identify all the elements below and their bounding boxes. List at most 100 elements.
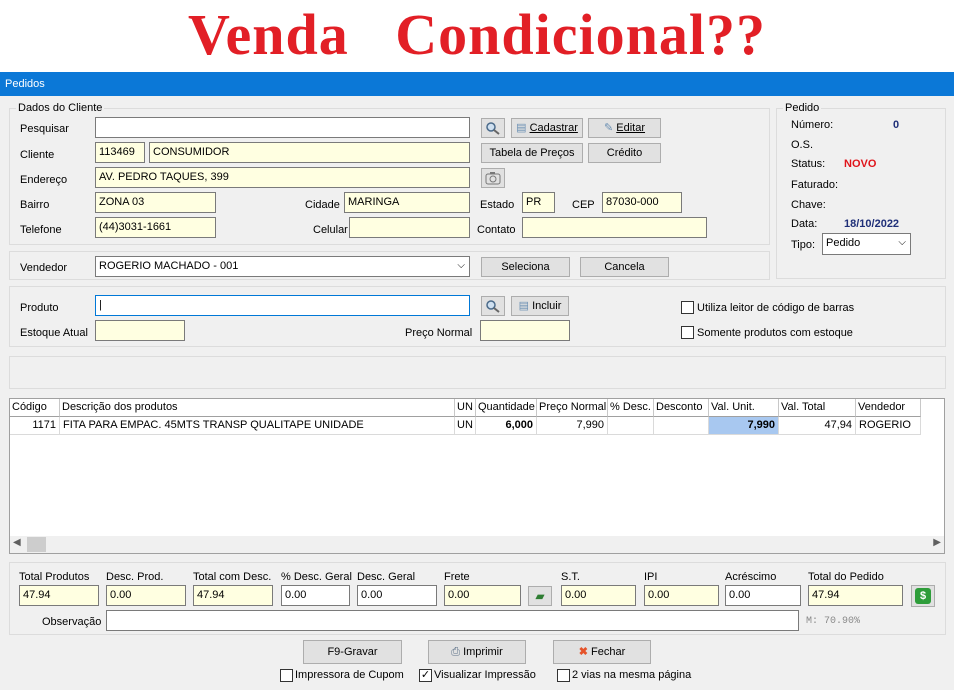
acrescimo-field[interactable]: 0.00 <box>725 585 801 606</box>
somente-estoque-checkbox[interactable] <box>681 326 694 339</box>
bairro-field[interactable]: ZONA 03 <box>95 192 216 213</box>
observacao-label: Observação <box>42 616 102 628</box>
visualizar-checkbox[interactable]: ✓ <box>419 669 432 682</box>
table-cell-codigo[interactable]: 1171 <box>10 417 60 435</box>
cliente-codigo-field[interactable]: 113469 <box>95 142 145 163</box>
cupom-label: Impressora de Cupom <box>295 669 404 681</box>
incluir-button[interactable]: ▤ Incluir <box>511 296 569 316</box>
table-cell-desconto[interactable] <box>654 417 709 435</box>
horizontal-scrollbar[interactable]: ◀ ▶ <box>10 536 944 553</box>
printer-icon: ⎙ <box>451 646 461 658</box>
gravar-button[interactable]: F9-Gravar <box>303 640 402 664</box>
total-label: Total do Pedido <box>808 571 884 583</box>
col-header[interactable]: Quantidade <box>476 399 537 417</box>
tipo-label: Tipo: <box>791 239 816 251</box>
cadastrar-label: Cadastrar <box>529 122 578 134</box>
table-cell-quantidade[interactable]: 6,000 <box>476 417 537 435</box>
col-header[interactable]: Preço Normal <box>537 399 608 417</box>
margin-value: M: 70.90% <box>806 616 861 627</box>
produto-search-button[interactable] <box>481 296 505 316</box>
contato-label: Contato <box>477 224 516 236</box>
col-header[interactable]: Descrição dos produtos <box>60 399 455 417</box>
imprimir-label: Imprimir <box>463 646 503 658</box>
cupom-checkbox[interactable] <box>280 669 293 682</box>
contato-field[interactable] <box>522 217 707 238</box>
table-cell-val-unit[interactable]: 7,990 <box>709 417 779 435</box>
vias-label: 2 vias na mesma página <box>572 669 692 681</box>
cliente-group-title: Dados do Cliente <box>16 102 105 115</box>
total-label: S.T. <box>561 571 580 583</box>
pedido-group-title: Pedido <box>783 102 822 115</box>
leitor-checkbox[interactable] <box>681 301 694 314</box>
vias-checkbox[interactable] <box>557 669 570 682</box>
col-header[interactable]: Desconto <box>654 399 709 417</box>
cadastrar-button[interactable]: ▤ Cadastrar <box>511 118 583 138</box>
pesquisar-input[interactable] <box>95 117 470 138</box>
status-value: NOVO <box>844 158 877 170</box>
somente-estoque-label: Somente produtos com estoque <box>697 327 853 339</box>
cliente-nome-field[interactable]: CONSUMIDOR <box>149 142 470 163</box>
produto-input[interactable]: | <box>95 295 470 316</box>
table-cell-val-total[interactable]: 47,94 <box>779 417 856 435</box>
col-header[interactable]: Código <box>10 399 60 417</box>
camera-button[interactable] <box>481 168 505 188</box>
table-cell-un[interactable]: UN <box>455 417 476 435</box>
check-icon: ✓ <box>420 669 431 681</box>
table-cell-desc-pct[interactable] <box>608 417 654 435</box>
total-produtos-field[interactable]: 47.94 <box>19 585 99 606</box>
info-panel <box>9 356 946 389</box>
desc-geral-pct-field[interactable]: 0.00 <box>281 585 350 606</box>
cidade-field[interactable]: MARINGA <box>344 192 470 213</box>
table-cell-descricao[interactable]: FITA PARA EMPAC. 45MTS TRANSP QUALITAPE … <box>60 417 455 435</box>
pesquisar-button[interactable] <box>481 118 505 138</box>
col-header[interactable]: UN <box>455 399 476 417</box>
total-pedido-field[interactable]: 47.94 <box>808 585 903 606</box>
desc-geral-field[interactable]: 0.00 <box>357 585 437 606</box>
total-com-desc-field[interactable]: 47.94 <box>193 585 273 606</box>
preco-normal-field[interactable] <box>480 320 570 341</box>
estado-field[interactable]: PR <box>522 192 555 213</box>
vendedor-label: Vendedor <box>20 262 68 274</box>
items-grid[interactable]: Código Descrição dos produtos UN Quantid… <box>9 398 945 554</box>
close-icon: ✖ <box>578 646 588 658</box>
table-cell-vendedor[interactable]: ROGERIO <box>856 417 921 435</box>
celular-label: Celular <box>313 224 348 236</box>
seleciona-button[interactable]: Seleciona <box>481 257 570 277</box>
scrollbar-thumb[interactable] <box>27 537 46 552</box>
col-header[interactable]: Val. Total <box>779 399 856 417</box>
vendedor-value: ROGERIO MACHADO - 001 <box>99 260 239 272</box>
banner-title: Venda Condicional?? <box>187 2 767 67</box>
scroll-right-icon: ▶ <box>933 537 941 548</box>
imprimir-button[interactable]: ⎙ Imprimir <box>428 640 526 664</box>
vendedor-select[interactable]: ROGERIO MACHADO - 001 ⌵ <box>95 256 470 277</box>
credito-button[interactable]: Crédito <box>588 143 661 163</box>
data-label: Data: <box>791 218 818 230</box>
tipo-select[interactable]: Pedido ⌵ <box>822 233 911 255</box>
table-cell-preco[interactable]: 7,990 <box>537 417 608 435</box>
cancela-button[interactable]: Cancela <box>580 257 669 277</box>
col-header[interactable]: Val. Unit. <box>709 399 779 417</box>
tabela-precos-button[interactable]: Tabela de Preços <box>481 143 583 163</box>
frete-field[interactable]: 0.00 <box>444 585 521 606</box>
new-document-icon: ▤ <box>518 300 529 312</box>
text-cursor: | <box>99 299 102 311</box>
endereco-field[interactable]: AV. PEDRO TAQUES, 399 <box>95 167 470 188</box>
telefone-field[interactable]: (44)3031-1661 <box>95 217 216 238</box>
col-header[interactable]: Vendedor <box>856 399 921 417</box>
observacao-field[interactable] <box>106 610 799 631</box>
total-label: Desc. Geral <box>357 571 416 583</box>
cep-label: CEP <box>572 199 595 211</box>
st-field[interactable]: 0.00 <box>561 585 636 606</box>
desc-prod-field[interactable]: 0.00 <box>106 585 186 606</box>
fechar-button[interactable]: ✖ Fechar <box>553 640 651 664</box>
ipi-field[interactable]: 0.00 <box>644 585 719 606</box>
celular-field[interactable] <box>349 217 470 238</box>
col-header[interactable]: % Desc. <box>608 399 654 417</box>
dollar-button[interactable]: $ <box>911 585 935 607</box>
estoque-field[interactable] <box>95 320 185 341</box>
bairro-label: Bairro <box>20 199 50 211</box>
window-titlebar: Pedidos <box>0 72 954 96</box>
frete-button[interactable]: ▰ <box>528 586 552 606</box>
editar-button[interactable]: ✎ Editar <box>588 118 661 138</box>
cep-field[interactable]: 87030-000 <box>602 192 682 213</box>
